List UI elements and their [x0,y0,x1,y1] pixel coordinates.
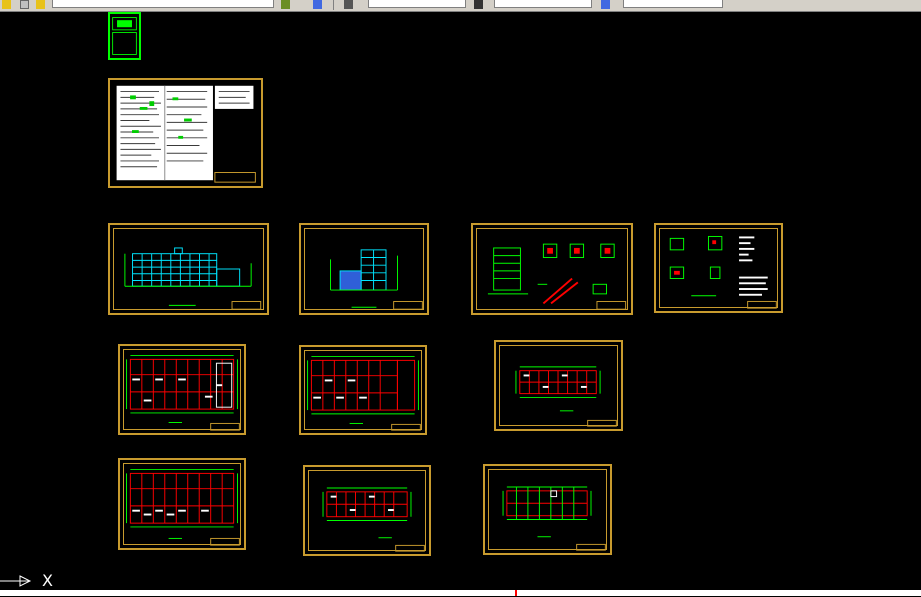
properties-icon[interactable] [20,0,29,9]
plan-1-graphic [126,355,240,431]
details-graphic [669,235,777,309]
match-icon[interactable] [36,0,45,9]
layer-icon[interactable] [2,0,11,9]
plan-4-graphic [126,469,240,546]
command-line-edge [0,590,921,596]
sheet-elevation-side[interactable] [299,223,429,315]
section-stairs-graphic [487,243,627,310]
layer-dropdown[interactable] [52,0,274,8]
notes-graphic [116,85,256,183]
color-dropdown[interactable] [368,0,466,8]
plot-icon[interactable] [344,0,353,9]
sheet-plan-2[interactable] [299,345,427,435]
sheet-section-stairs[interactable] [471,223,633,315]
sheet-cover[interactable] [108,12,141,60]
plan-2-graphic [307,356,421,431]
plan-3-graphic [515,366,617,427]
sheet-elevation-main[interactable] [108,223,269,315]
zoom-icon[interactable] [313,0,322,9]
elevation-main-graphic [124,247,262,310]
sheet-plan-4[interactable] [118,458,246,550]
cover-graphic [112,17,137,55]
crosshair-marker [515,590,517,596]
drawing-canvas[interactable]: X [0,12,921,590]
sheet-plan-roof[interactable] [483,464,612,555]
sheet-plan-5[interactable] [303,465,431,556]
lineweight-dropdown[interactable] [623,0,723,8]
plan-roof-graphic [502,486,606,551]
pan-icon[interactable] [281,0,290,9]
linetype-icon[interactable] [474,0,483,9]
plan-5-graphic [322,487,425,552]
style-icon[interactable] [601,0,610,9]
elevation-side-graphic [330,249,423,310]
toolbar [0,0,921,12]
sheet-notes[interactable] [108,78,263,188]
toolbar-separator [333,0,334,10]
sheet-plan-1[interactable] [118,344,246,435]
sheet-plan-3[interactable] [494,340,623,431]
linetype-dropdown[interactable] [494,0,592,8]
sheet-details[interactable] [654,223,783,313]
ucs-axis-label: X [42,571,53,590]
